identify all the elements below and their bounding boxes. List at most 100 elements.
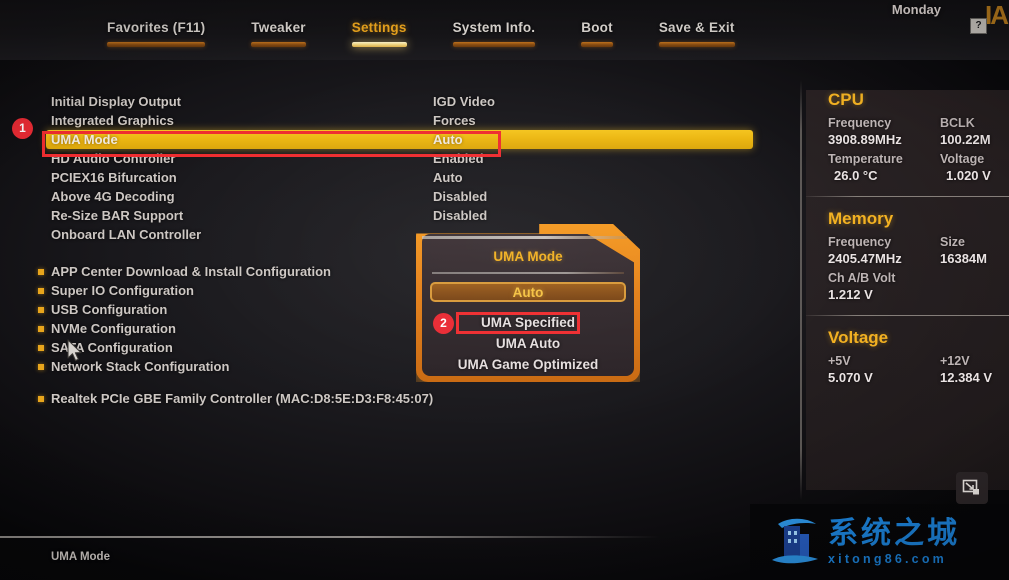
bullet-icon <box>38 325 44 332</box>
submenu-label: NVMe Configuration <box>51 321 176 336</box>
cpu-bclk-value: 100.22M <box>940 132 991 147</box>
setting-label: HD Audio Controller <box>51 151 176 166</box>
tab-favorites[interactable]: Favorites (F11) <box>95 20 217 47</box>
setting-value: Forces <box>433 113 476 128</box>
bottom-status-label: UMA Mode <box>51 551 110 563</box>
device-label: Realtek PCIe GBE Family Controller (MAC:… <box>51 391 434 406</box>
setting-value: Disabled <box>433 208 488 223</box>
setting-label: Initial Display Output <box>51 94 182 109</box>
help-icon[interactable]: ? <box>970 18 987 34</box>
setting-label: PCIEX16 Bifurcation <box>51 170 177 185</box>
voltage-section: Voltage +5V +12V 5.070 V 12.384 V <box>806 328 1009 389</box>
top-navigation-bar: Favorites (F11) Tweaker Settings System … <box>0 0 1009 60</box>
setting-row-hd-audio-controller[interactable]: HD Audio Controller Enabled <box>0 149 790 168</box>
annotation-badge-1: 1 <box>12 118 33 139</box>
settings-list: Initial Display Output IGD Video Integra… <box>0 92 790 244</box>
memory-blank-label <box>940 271 1009 286</box>
setting-value: Auto <box>433 170 463 185</box>
setting-row-above-4g-decoding[interactable]: Above 4G Decoding Disabled <box>0 187 790 206</box>
watermark-logo-icon <box>772 518 818 564</box>
cpu-section: CPU Frequency BCLK 3908.89MHz 100.22M Te… <box>806 90 1009 187</box>
setting-row-initial-display-output[interactable]: Initial Display Output IGD Video <box>0 92 790 111</box>
dialog-option-uma-specified[interactable]: UMA Specified <box>430 313 626 333</box>
brand-logo-fragment: IA <box>985 0 1009 30</box>
dialog-header-line <box>422 236 627 239</box>
memory-size-label: Size <box>940 235 966 249</box>
setting-row-integrated-graphics[interactable]: Integrated Graphics Forces <box>0 111 790 130</box>
selection-highlight-bar <box>46 130 753 149</box>
tab-save-exit-label: Save & Exit <box>658 20 735 35</box>
tab-favorites-underline <box>107 42 206 47</box>
voltage-section-title: Voltage <box>828 328 889 347</box>
memory-ch-volt-value: 1.212 V <box>828 287 873 302</box>
screenshot-icon[interactable] <box>956 472 988 504</box>
tab-settings[interactable]: Settings <box>340 20 419 47</box>
tab-tweaker[interactable]: Tweaker <box>239 20 317 47</box>
memory-frequency-label: Frequency <box>828 235 892 249</box>
watermark-url-text: xitong86.com <box>828 552 947 566</box>
clock-day: Monday <box>891 2 941 17</box>
tab-system-info-label: System Info. <box>452 20 536 35</box>
tab-boot-underline <box>581 42 613 47</box>
tab-boot[interactable]: Boot <box>569 20 625 47</box>
setting-row-onboard-lan-controller[interactable]: Onboard LAN Controller <box>0 225 790 244</box>
setting-value: Enabled <box>433 151 484 166</box>
nav-tabs: Favorites (F11) Tweaker Settings System … <box>95 20 769 47</box>
voltage-5v-label: +5V <box>828 354 851 368</box>
memory-size-value: 16384M <box>940 251 987 266</box>
bullet-icon <box>38 363 44 370</box>
submenu-label: APP Center Download & Install Configurat… <box>51 264 331 279</box>
watermark: 系统之城 xitong86.com <box>750 504 1009 580</box>
setting-label: Re-Size BAR Support <box>51 208 184 223</box>
cpu-bclk-label: BCLK <box>940 116 975 130</box>
memory-blank-value <box>940 287 1009 306</box>
bullet-icon <box>38 287 44 294</box>
tab-settings-label: Settings <box>351 20 407 35</box>
device-list: Realtek PCIe GBE Family Controller (MAC:… <box>0 389 600 408</box>
dialog-option-uma-game-optimized[interactable]: UMA Game Optimized <box>430 355 626 375</box>
cpu-voltage-label: Voltage <box>940 152 985 166</box>
tab-tweaker-underline <box>251 42 306 47</box>
voltage-12v-label: +12V <box>940 354 970 368</box>
voltage-grid: +5V +12V 5.070 V 12.384 V <box>828 354 1009 389</box>
setting-label: Integrated Graphics <box>51 113 174 128</box>
tab-save-exit[interactable]: Save & Exit <box>647 20 747 47</box>
dialog-title-separator <box>432 272 624 274</box>
memory-grid: Frequency Size 2405.47MHz 16384M Ch A/B … <box>828 235 1009 306</box>
setting-value: IGD Video <box>433 94 495 109</box>
submenu-label: USB Configuration <box>51 302 168 317</box>
bullet-icon <box>38 268 44 275</box>
memory-section: Memory Frequency Size 2405.47MHz 16384M … <box>806 209 1009 306</box>
bottom-divider <box>0 536 660 538</box>
dialog-title: UMA Mode <box>493 249 563 264</box>
dialog-option-uma-auto[interactable]: UMA Auto <box>430 334 626 354</box>
submenu-label: Super IO Configuration <box>51 283 194 298</box>
panel-separator-1 <box>806 196 1009 197</box>
panel-separator-2 <box>806 315 1009 316</box>
setting-row-pciex16-bifurcation[interactable]: PCIEX16 Bifurcation Auto <box>0 168 790 187</box>
watermark-text-wrap: 系统之城 xitong86.com <box>828 517 960 567</box>
uma-mode-dialog: UMA Mode Auto UMA Specified UMA Auto UMA… <box>416 224 640 382</box>
setting-row-uma-mode[interactable]: UMA Mode Auto <box>0 130 790 149</box>
tab-system-info[interactable]: System Info. <box>441 20 548 47</box>
tab-boot-label: Boot <box>581 20 613 35</box>
setting-row-resize-bar-support[interactable]: Re-Size BAR Support Disabled <box>0 206 790 225</box>
memory-frequency-value: 2405.47MHz <box>828 251 902 266</box>
annotation-badge-2: 2 <box>433 313 454 334</box>
device-item-realtek-gbe[interactable]: Realtek PCIe GBE Family Controller (MAC:… <box>0 389 600 408</box>
voltage-5v-value: 5.070 V <box>828 370 873 385</box>
submenu-label: Network Stack Configuration <box>51 359 230 374</box>
dialog-option-auto[interactable]: Auto <box>430 282 626 302</box>
watermark-chinese-text: 系统之城 <box>828 516 960 551</box>
setting-label: UMA Mode <box>51 132 118 147</box>
cpu-temperature-label: Temperature <box>828 152 903 166</box>
submenu-label: SATA Configuration <box>51 340 173 355</box>
memory-ch-volt-label: Ch A/B Volt <box>828 271 896 285</box>
cpu-frequency-label: Frequency <box>828 116 892 130</box>
cpu-section-title: CPU <box>828 90 864 109</box>
setting-value: Disabled <box>433 189 488 204</box>
setting-label: Onboard LAN Controller <box>51 227 202 242</box>
cpu-frequency-value: 3908.89MHz <box>828 132 902 147</box>
tab-favorites-label: Favorites (F11) <box>107 20 206 35</box>
screenshot-glyph <box>962 479 979 495</box>
